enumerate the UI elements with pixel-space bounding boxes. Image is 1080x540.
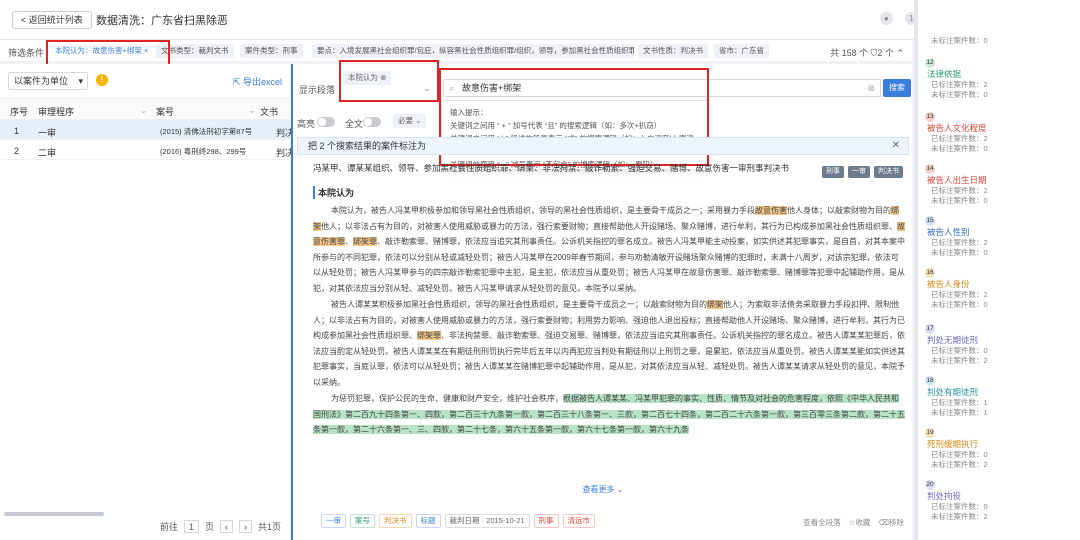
horizontal-scrollbar[interactable]: [4, 512, 104, 516]
required-select[interactable]: 必要 ⌄: [393, 114, 427, 128]
case-list-panel: 以案件为单位 ▾ ! ⇱ 导出excel 序号 审理程序 ⌄ 案号 ⌄ 文书 1 …: [0, 64, 294, 540]
document-content: 冯某甲、谭某某组织、领导、参加黑社会性质组织罪、绑架、非法拘禁、敲诈勒索、强迫交…: [313, 162, 905, 492]
fulltext-toggle[interactable]: [363, 117, 381, 127]
label-item[interactable]: 20 判处拘役 已标注案件数：0 未标注案件数：2: [925, 478, 1075, 522]
document-tags: 刑事 一审 判决书: [822, 166, 903, 178]
filter-chip-doc-nature[interactable]: 文书性质：判决书: [638, 44, 708, 58]
chevron-up-icon: ⌃: [896, 48, 904, 58]
filter-label: 筛选条件: [8, 48, 45, 58]
col-header-no: 序号: [10, 107, 29, 117]
warning-icon: !: [96, 74, 108, 86]
label-item[interactable]: 未标注案件数：0: [925, 36, 1075, 46]
label-item[interactable]: 15 被告人性别 已标注案件数：2 未标注案件数：0: [925, 214, 1075, 258]
paragraph: 为惩罚犯罪，保护公民的生命、健康和财产安全，维护社会秩序，根据被告人谭某某、冯某…: [313, 394, 905, 434]
bottom-tag[interactable]: 一审: [321, 514, 346, 528]
close-icon[interactable]: ✕: [892, 138, 900, 154]
table-row[interactable]: 1 一审 (2015) 清佛法刑初字第87号 判决: [0, 120, 294, 140]
display-paragraph-label: 显示段落: [299, 85, 336, 95]
prev-page-button[interactable]: ‹: [220, 520, 234, 533]
paragraph: 被告人谭某某积极参加黑社会性质组织，领导的黑社会性质组织，是主要骨干成员之一；以…: [313, 300, 905, 387]
sidebar-divider: [915, 0, 918, 540]
label-item[interactable]: 18 判处有期徒刑 已标注案件数：1 未标注案件数：1: [925, 374, 1075, 418]
label-item[interactable]: 14 被告人出生日期 已标注案件数：2 未标注案件数：0: [925, 162, 1075, 206]
back-to-list-button[interactable]: < 返回统计列表: [12, 11, 92, 29]
label-item[interactable]: 19 死刑缓期执行 已标注案件数：0 未标注案件数：2: [925, 426, 1075, 470]
document-bottom-tags: 一审 案号 判决书 标题 裁判日期 · 2015-10-21 刑事 清远市: [321, 514, 596, 528]
bottom-tag[interactable]: 清远市: [562, 514, 596, 528]
group-by-select[interactable]: 以案件为单位 ▾: [8, 72, 88, 90]
remove-link[interactable]: ⌫移除: [878, 517, 904, 528]
chevron-down-icon: ▾: [78, 76, 83, 86]
clear-icon: ⊗: [867, 83, 875, 93]
document-title: 冯某甲、谭某某组织、领导、参加黑社会性质组织罪、绑架、非法拘禁、敲诈勒索、强迫交…: [313, 163, 790, 173]
filter-chip-case-type[interactable]: 案件类型：刑事: [240, 44, 303, 58]
show-more-link[interactable]: 查看更多 ⌄: [293, 484, 913, 495]
page-input[interactable]: 1: [184, 520, 200, 533]
label-item[interactable]: 16 被告人身份 已标注案件数：2 未标注案件数：0: [925, 266, 1075, 310]
result-info-bar: 把 2 个搜索结果的案件标注为 ✕: [297, 137, 909, 155]
sort-icon: ⌄: [140, 105, 148, 115]
view-all-link[interactable]: 查看全段落: [803, 517, 841, 528]
annotation-box-filter: [46, 40, 170, 66]
document-actions: 查看全段落 ☆收藏 ⌫移除: [803, 517, 904, 528]
label-sidebar: 未标注案件数：0 12 法律依据 已标注案件数：2 未标注案件数：0 13 被告…: [914, 0, 1080, 540]
export-excel-link[interactable]: ⇱ 导出excel: [233, 75, 282, 88]
search-button[interactable]: 搜索: [883, 79, 911, 97]
filter-chip-province[interactable]: 省市：广东省: [714, 44, 769, 58]
fulltext-label: 全文: [345, 119, 364, 129]
filter-chip-points[interactable]: 要点：入境发展黑社会组织罪/包庇，纵容黑社会性质组织罪/组织，领导，参加黑社会性…: [312, 44, 634, 58]
export-icon: ⇱: [232, 77, 241, 87]
status-dot-icon: ●: [879, 12, 893, 25]
bottom-tag[interactable]: 裁判日期 · 2015-10-21: [444, 514, 530, 528]
trash-icon: ⌫: [878, 518, 889, 527]
col-header-doc: 文书: [260, 107, 279, 117]
highlight-toggle[interactable]: [317, 117, 335, 127]
bottom-tag[interactable]: 判决书: [379, 514, 412, 528]
table-header: 序号 审理程序 ⌄ 案号 ⌄ 文书: [0, 98, 290, 120]
col-header-case: 案号: [156, 107, 175, 117]
bottom-tag[interactable]: 案号: [350, 514, 375, 528]
favorite-link[interactable]: ☆收藏: [849, 517, 871, 528]
label-item[interactable]: 12 法律依据 已标注案件数：2 未标注案件数：0: [925, 56, 1075, 100]
next-page-button[interactable]: ›: [239, 520, 253, 533]
bottom-tag[interactable]: 刑事: [533, 514, 559, 528]
page-title: 数据清洗：广东省扫黑除恶: [96, 15, 228, 27]
col-header-proc: 审理程序: [38, 107, 75, 117]
sort-icon: ⌄: [248, 105, 256, 115]
bottom-tag[interactable]: 标题: [415, 514, 441, 528]
label-item[interactable]: 17 判处无期徒刑 已标注案件数：0 未标注案件数：2: [925, 322, 1075, 366]
pagination: 前往 1 页 ‹ › 共1页: [160, 520, 282, 533]
document-panel: 显示段落 本院认为 ⊗ ⌄ ⌕ 故意伤害+绑架 ⊗ 搜索 高亮 全文 必要 ⌄ …: [291, 60, 913, 540]
highlight-label: 高亮: [297, 119, 316, 129]
result-count: 共 158 个 ⛉2 个 ⌃: [830, 48, 904, 58]
annotation-box-paragraph: [339, 60, 439, 102]
table-row[interactable]: 2 二审 (2016) 粤刑终298、299号 判决: [0, 140, 294, 160]
paragraph: 本院认为，被告人冯某甲积极参加和领导黑社会性质组织，领导的黑社会性质组织，是主要…: [313, 206, 905, 293]
section-heading: 本院认为: [313, 186, 905, 199]
label-item[interactable]: 13 被告人文化程度 已标注案件数：2 未标注案件数：0: [925, 110, 1075, 154]
